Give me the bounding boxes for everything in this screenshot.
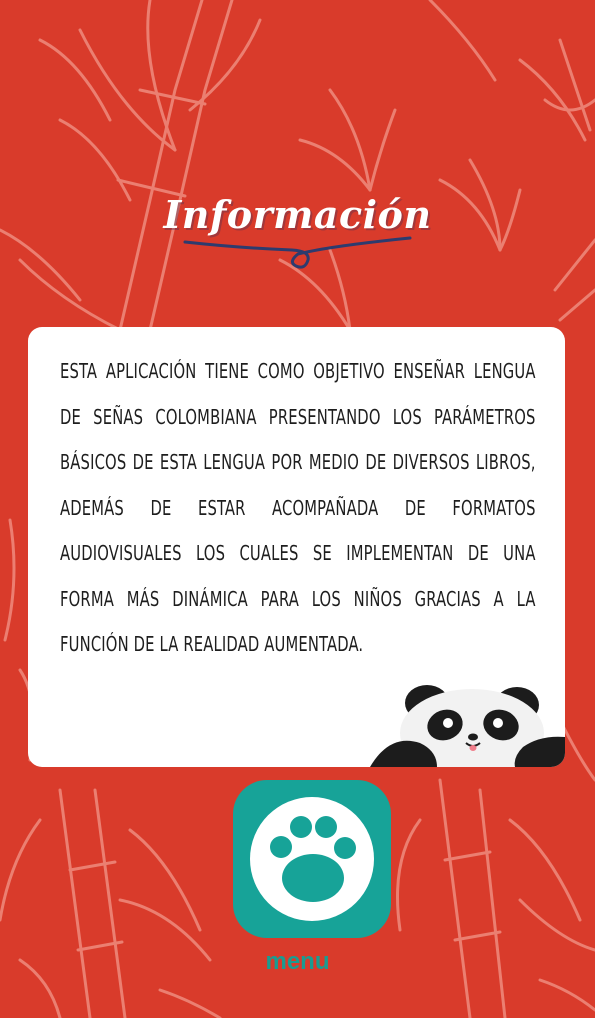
info-card: Esta aplicación tiene como objetivo ense… [28,327,565,767]
panda-peeking-icon [370,685,565,767]
menu-button[interactable] [233,780,391,952]
menu-label[interactable]: menu [0,948,595,976]
info-description: Esta aplicación tiene como objetivo ense… [60,359,536,656]
paw-print-icon[interactable] [233,780,391,938]
title-underline-flourish [183,236,412,269]
